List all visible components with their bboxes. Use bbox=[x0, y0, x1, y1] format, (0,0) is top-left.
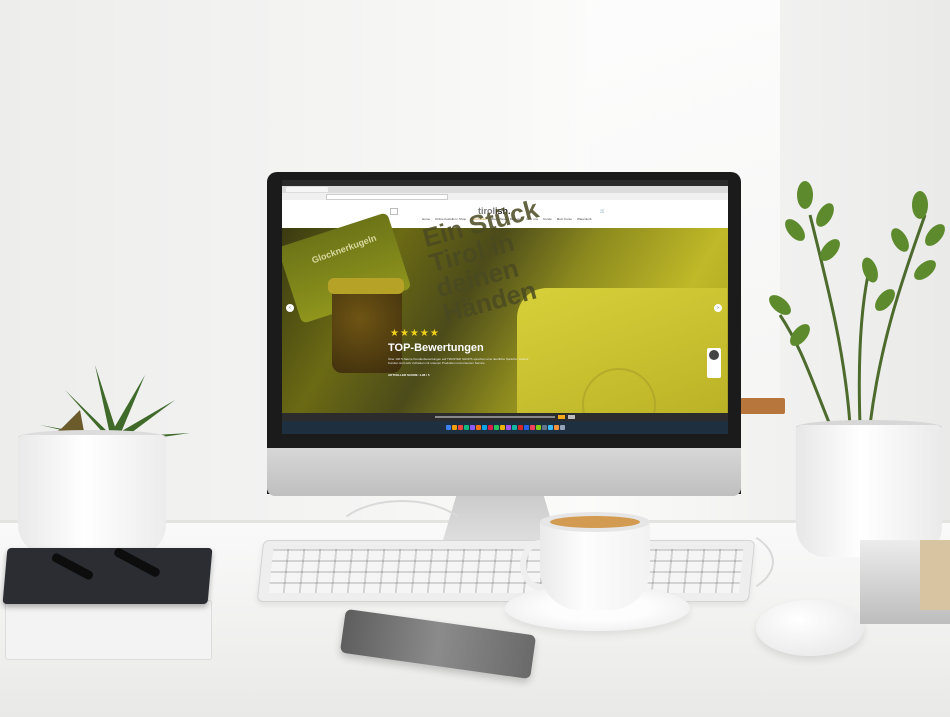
app-icon[interactable] bbox=[469, 425, 475, 430]
black-notebook bbox=[2, 548, 213, 604]
app-icon[interactable] bbox=[535, 425, 541, 430]
coffee bbox=[550, 516, 640, 528]
book-stack bbox=[920, 540, 950, 610]
search-icon[interactable] bbox=[390, 208, 398, 215]
hero-cta[interactable]: AKTUELLER SCORE: 4.96 / 5 bbox=[388, 373, 430, 377]
app-icon[interactable] bbox=[451, 425, 457, 430]
app-icon[interactable] bbox=[553, 425, 559, 430]
monitor-screen: tirolish. 🛒 Home Online bestellen / Shop… bbox=[282, 180, 728, 434]
mac-dock bbox=[282, 421, 728, 434]
app-icon[interactable] bbox=[505, 425, 511, 430]
app-icon[interactable] bbox=[481, 425, 487, 430]
mouse bbox=[756, 600, 864, 656]
app-icon[interactable] bbox=[541, 425, 547, 430]
slider-prev-button[interactable]: ‹ bbox=[286, 304, 294, 312]
app-icon[interactable] bbox=[499, 425, 505, 430]
browser-toolbar bbox=[282, 193, 728, 200]
honey-jar-lid bbox=[328, 278, 404, 294]
cookie-settings-button[interactable] bbox=[568, 415, 575, 419]
browser-tab-bar bbox=[282, 186, 728, 193]
app-icon[interactable] bbox=[547, 425, 553, 430]
app-icon[interactable] bbox=[475, 425, 481, 430]
browser-tab[interactable] bbox=[286, 187, 328, 192]
finder-icon[interactable] bbox=[445, 425, 451, 430]
notebook-stack bbox=[5, 600, 212, 660]
hero-title: TOP-Bewertungen bbox=[388, 342, 484, 354]
app-icon[interactable] bbox=[463, 425, 469, 430]
right-plant-pot bbox=[796, 425, 942, 557]
cookie-accept-button[interactable] bbox=[558, 415, 565, 419]
keyboard bbox=[256, 540, 756, 602]
app-icon[interactable] bbox=[487, 425, 493, 430]
app-icon[interactable] bbox=[511, 425, 517, 430]
left-plant-pot bbox=[18, 435, 166, 555]
app-icon[interactable] bbox=[457, 425, 463, 430]
cart-icon[interactable]: 🛒 bbox=[600, 208, 605, 213]
app-icon[interactable] bbox=[523, 425, 529, 430]
hero-body-text: Über 100 5-Sterne Kundenbewertungen auf … bbox=[388, 357, 529, 365]
monitor-chin bbox=[267, 448, 741, 496]
app-icon[interactable] bbox=[493, 425, 499, 430]
cookie-banner bbox=[282, 413, 728, 421]
trash-icon[interactable] bbox=[559, 425, 565, 430]
trusted-shops-badge[interactable] bbox=[707, 348, 721, 378]
app-icon[interactable] bbox=[517, 425, 523, 430]
slider-next-button[interactable]: › bbox=[714, 304, 722, 312]
address-bar[interactable] bbox=[326, 193, 448, 200]
rating-stars: ★★★★★ bbox=[390, 328, 440, 339]
hero-slider: Ein Stück Tirol in deinen Händen Glockne… bbox=[282, 193, 728, 434]
zamioculcas-plant bbox=[769, 181, 945, 426]
app-icon[interactable] bbox=[529, 425, 535, 430]
